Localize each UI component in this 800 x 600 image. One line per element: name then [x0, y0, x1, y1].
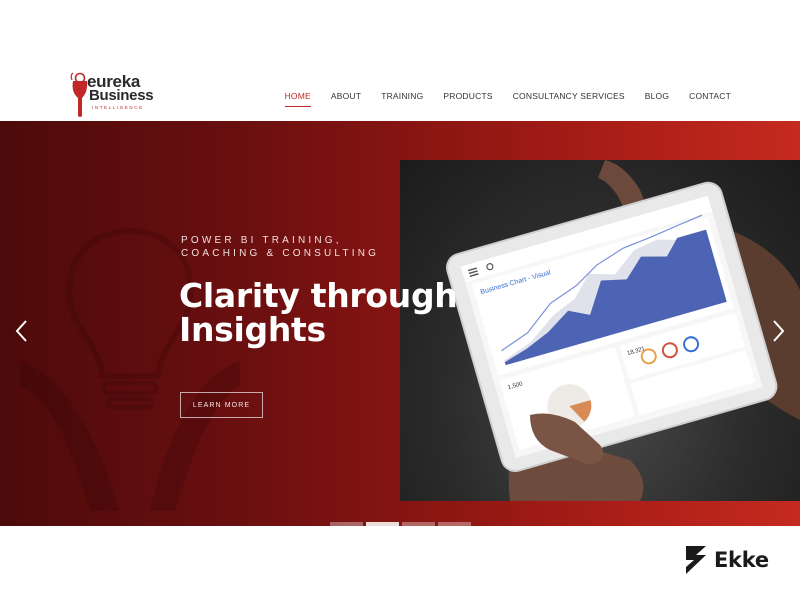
hero-slider: Business Chart - Visual 1,500 18,321 POW…: [0, 121, 800, 526]
eureka-logo[interactable]: eureka Business INTELLIGENCE: [70, 72, 160, 120]
logo-tagline: INTELLIGENCE: [92, 105, 144, 110]
chevron-right-icon: [773, 320, 785, 342]
tablet-photo: Business Chart - Visual 1,500 18,321: [400, 160, 800, 501]
nav-item-training[interactable]: TRAINING: [381, 91, 423, 107]
slider-dot-3[interactable]: [402, 522, 435, 526]
hero-kicker: POWER BI TRAINING, COACHING & CONSULTING: [181, 235, 380, 259]
nav-item-products[interactable]: PRODUCTS: [443, 91, 492, 107]
slider-dot-1[interactable]: [330, 522, 363, 526]
nav-item-about[interactable]: ABOUT: [331, 91, 361, 107]
nav-item-contact[interactable]: CONTACT: [689, 91, 731, 107]
ekke-logo-icon: [686, 546, 706, 574]
ekke-watermark: Ekke: [683, 544, 769, 576]
hero-headline: Clarity through Insights: [179, 276, 458, 349]
learn-more-button[interactable]: LEARN MORE: [180, 392, 263, 418]
site-header: eureka Business INTELLIGENCE HOME ABOUT …: [0, 0, 800, 121]
slider-dot-2[interactable]: [366, 522, 399, 526]
slider-prev-button[interactable]: [14, 319, 30, 343]
nav-item-consultancy[interactable]: CONSULTANCY SERVICES: [513, 91, 625, 107]
chevron-left-icon: [15, 320, 27, 342]
tablet-illustration: Business Chart - Visual 1,500 18,321: [446, 160, 800, 501]
slider-next-button[interactable]: [770, 319, 786, 343]
nav-item-blog[interactable]: BLOG: [645, 91, 669, 107]
main-nav: HOME ABOUT TRAINING PRODUCTS CONSULTANCY…: [265, 91, 731, 107]
ekke-wordmark: Ekke: [714, 548, 769, 572]
slider-dots: [330, 522, 471, 526]
slider-dot-4[interactable]: [438, 522, 471, 526]
logo-word-business: Business: [89, 87, 154, 104]
nav-item-home[interactable]: HOME: [284, 91, 312, 107]
